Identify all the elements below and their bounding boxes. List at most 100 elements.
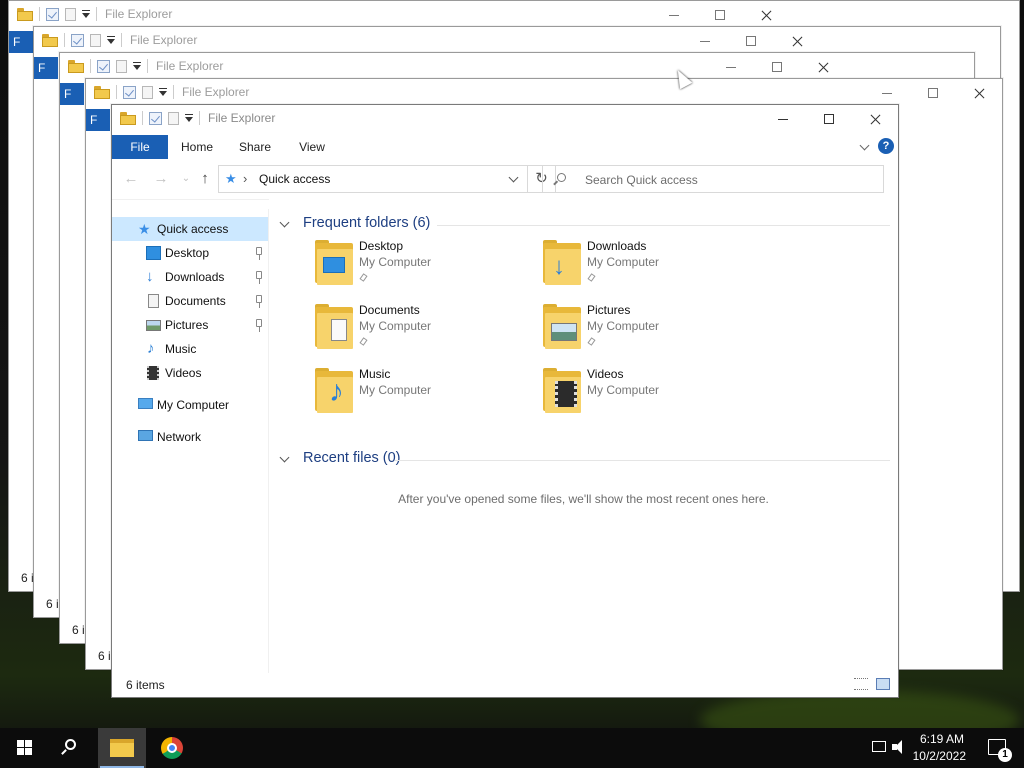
sidebar-item-label: Desktop (165, 246, 210, 260)
tab-file[interactable]: File (112, 135, 168, 159)
search-input[interactable] (583, 166, 877, 194)
file-tab[interactable]: F (34, 57, 58, 79)
new-folder-icon[interactable] (168, 111, 179, 125)
sidebar-item-quick-access[interactable]: ★ Quick access (112, 217, 268, 241)
sidebar-item-documents[interactable]: Documents (112, 289, 268, 313)
picture-badge-icon (551, 323, 577, 341)
folder-name: Pictures (587, 303, 631, 317)
new-folder-icon[interactable] (65, 7, 76, 21)
breadcrumb[interactable]: Quick access (259, 172, 330, 186)
folder-tile-documents[interactable]: Documents My Computer (313, 303, 513, 359)
new-folder-icon[interactable] (90, 33, 101, 47)
quick-access-star-icon: ★ (138, 221, 151, 237)
maximize-button[interactable] (806, 105, 852, 135)
taskbar-chrome[interactable] (148, 728, 196, 768)
folder-name: Desktop (359, 239, 404, 253)
sidebar-item-downloads[interactable]: ↓ Downloads (112, 265, 268, 289)
forward-button[interactable]: → (153, 171, 169, 187)
folder-tile-music[interactable]: ♪ Music My Computer (313, 367, 513, 423)
computer-icon (138, 398, 153, 409)
maximize-button[interactable] (910, 79, 956, 109)
sidebar-item-desktop[interactable]: Desktop (112, 241, 268, 265)
file-tab[interactable]: F (9, 31, 33, 53)
clock-date[interactable]: 10/2/2022 (913, 749, 966, 763)
file-explorer-window[interactable]: File Explorer File Home Share View ? ← →… (111, 104, 899, 698)
content-pane: Frequent folders (6) Recent files (0) Af… (269, 199, 898, 673)
folder-name: Videos (587, 367, 624, 381)
customize-quick-access-icon[interactable] (185, 114, 193, 122)
folder-icon (94, 85, 110, 99)
tab-share[interactable]: Share (230, 135, 280, 159)
music-badge-icon: ♪ (329, 375, 344, 408)
pin-icon (587, 337, 596, 346)
search-icon (557, 173, 566, 182)
network-icon[interactable] (872, 741, 886, 752)
back-button[interactable]: ← (123, 171, 139, 187)
folder-tile-videos[interactable]: Videos My Computer (541, 367, 741, 423)
sidebar-item-label: Pictures (165, 318, 209, 332)
folder-location: My Computer (587, 255, 660, 269)
title-bar[interactable]: File Explorer (112, 105, 898, 135)
sidebar-item-pictures[interactable]: Pictures (112, 313, 268, 337)
customize-quick-access-icon[interactable] (133, 62, 141, 70)
minimize-icon (778, 119, 788, 120)
clock-time[interactable]: 6:19 AM (920, 732, 964, 746)
window-title: File Explorer (182, 85, 250, 99)
divider (395, 460, 890, 461)
start-button[interactable] (0, 728, 48, 768)
pin-icon (256, 271, 262, 284)
folder-tile-desktop[interactable]: Desktop My Computer (313, 239, 513, 295)
close-button[interactable] (852, 105, 898, 135)
navigation-pane: ★ Quick access Desktop ↓ Downloads Docum… (112, 209, 269, 673)
expand-ribbon-icon[interactable] (859, 140, 870, 151)
sidebar-item-videos[interactable]: Videos (112, 361, 268, 385)
taskbar-file-explorer[interactable] (98, 728, 146, 768)
windows-logo-icon (17, 740, 32, 755)
properties-icon[interactable] (97, 59, 110, 73)
file-tab[interactable]: F (86, 109, 110, 131)
sidebar-item-music[interactable]: ♪ Music (112, 337, 268, 361)
file-tab[interactable]: F (60, 83, 84, 105)
pin-icon (587, 273, 596, 282)
recent-locations-button[interactable]: ⌄ (178, 171, 194, 187)
desktop-icon (146, 246, 161, 260)
customize-quick-access-icon[interactable] (82, 10, 90, 18)
folder-name: Downloads (587, 239, 647, 253)
folder-tile-downloads[interactable]: ↓ Downloads My Computer (541, 239, 741, 295)
properties-icon[interactable] (123, 85, 136, 99)
tab-view[interactable]: View (287, 135, 337, 159)
details-view-icon[interactable] (854, 678, 868, 690)
new-folder-icon[interactable] (116, 59, 127, 73)
recent-files-empty-message: After you've opened some files, we'll sh… (398, 492, 769, 506)
tab-home[interactable]: Home (172, 135, 222, 159)
search-box[interactable] (542, 165, 884, 194)
desktop-badge-icon (323, 257, 345, 273)
network-icon (138, 430, 153, 441)
help-icon[interactable]: ? (878, 138, 894, 154)
volume-icon[interactable] (892, 740, 906, 754)
address-dropdown-icon[interactable] (508, 172, 519, 183)
up-button[interactable]: ↑ (197, 171, 213, 187)
new-folder-icon[interactable] (142, 85, 153, 99)
system-tray: 6:19 AM 10/2/2022 1 (824, 728, 1024, 768)
collapse-chevron-icon[interactable] (279, 217, 290, 228)
large-icons-view-icon[interactable] (876, 678, 890, 690)
close-button[interactable] (956, 79, 1002, 109)
taskbar-search-button[interactable] (48, 728, 96, 768)
quick-access-star-icon: ★ (225, 171, 237, 186)
sidebar-item-network[interactable]: Network (112, 425, 268, 449)
status-bar: 6 items (112, 673, 898, 697)
minimize-button[interactable] (760, 105, 806, 135)
customize-quick-access-icon[interactable] (107, 36, 115, 44)
folder-icon (68, 59, 84, 73)
sidebar-item-my-computer[interactable]: My Computer (112, 393, 268, 417)
folder-tile-pictures[interactable]: Pictures My Computer (541, 303, 741, 359)
properties-icon[interactable] (46, 7, 59, 21)
navigation-bar: ← → ⌄ ↑ ★ › Quick access ↻ (112, 159, 898, 200)
customize-quick-access-icon[interactable] (159, 88, 167, 96)
properties-icon[interactable] (71, 33, 84, 47)
collapse-chevron-icon[interactable] (279, 452, 290, 463)
breadcrumb-chevron-icon[interactable]: › (243, 171, 247, 186)
address-bar[interactable]: ★ › Quick access (218, 165, 528, 193)
properties-icon[interactable] (149, 111, 162, 125)
